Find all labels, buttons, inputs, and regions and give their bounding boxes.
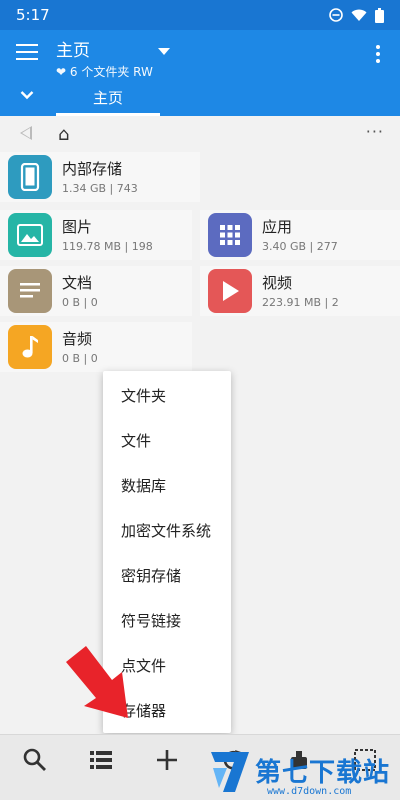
menu-item-encrypted-fs[interactable]: 加密文件系统 xyxy=(103,508,231,553)
music-note-icon xyxy=(8,325,52,369)
do-not-disturb-icon xyxy=(329,8,343,22)
tile-meta: 0 B | 0 xyxy=(62,296,98,309)
page-title: 主页 xyxy=(56,41,90,61)
title-block[interactable]: 主页 ❤ 6 个文件夹 RW xyxy=(56,36,153,80)
wifi-icon xyxy=(351,9,367,21)
tile-apps[interactable]: 应用 3.40 GB | 277 xyxy=(200,210,400,260)
red-arrow-annotation xyxy=(66,646,128,718)
status-time: 5:17 xyxy=(16,6,50,24)
watermark-text: 第七下载站 xyxy=(255,758,391,788)
tile-name: 音频 xyxy=(62,330,93,348)
image-icon xyxy=(8,213,52,257)
tile-meta: 223.91 MB | 2 xyxy=(262,296,339,309)
menu-item-symlink[interactable]: 符号链接 xyxy=(103,598,231,643)
back-arrow-icon[interactable] xyxy=(20,126,32,140)
app-bar: 主页 ❤ 6 个文件夹 RW xyxy=(0,30,400,80)
tile-name: 应用 xyxy=(262,218,293,236)
more-vert-icon[interactable] xyxy=(376,45,380,66)
watermark-url: www.d7down.com xyxy=(267,786,352,797)
tile-internal-storage[interactable]: 内部存储 1.34 GB | 743 xyxy=(0,152,200,202)
menu-item-keystore[interactable]: 密钥存储 xyxy=(103,553,231,598)
apps-grid-icon xyxy=(208,213,252,257)
search-icon[interactable] xyxy=(22,747,48,773)
menu-item-folder[interactable]: 文件夹 xyxy=(103,373,231,418)
site-logo-icon xyxy=(211,752,249,792)
menu-icon[interactable] xyxy=(16,44,38,62)
menu-item-database[interactable]: 数据库 xyxy=(103,463,231,508)
tile-meta: 0 B | 0 xyxy=(62,352,98,365)
path-bar: ⌂ ··· xyxy=(0,116,400,152)
battery-icon xyxy=(375,7,384,23)
expand-more-icon[interactable] xyxy=(20,88,34,102)
list-view-icon[interactable] xyxy=(88,747,114,773)
tile-meta: 119.78 MB | 198 xyxy=(62,240,153,253)
tile-pictures[interactable]: 图片 119.78 MB | 198 xyxy=(0,210,192,260)
tile-name: 内部存储 xyxy=(62,160,123,178)
watermark: 第七下载站 www.d7down.com xyxy=(205,742,400,800)
add-icon[interactable] xyxy=(154,747,180,773)
phone-icon xyxy=(8,155,52,199)
status-bar: 5:17 xyxy=(0,0,400,30)
tile-meta: 3.40 GB | 277 xyxy=(262,240,338,253)
home-icon[interactable]: ⌂ xyxy=(58,124,69,145)
chevron-down-icon[interactable] xyxy=(158,48,170,55)
tile-name: 视频 xyxy=(262,274,293,292)
menu-item-file[interactable]: 文件 xyxy=(103,418,231,463)
play-icon xyxy=(208,269,252,313)
tab-bar: 主页 xyxy=(0,78,400,116)
tile-audio[interactable]: 音频 0 B | 0 xyxy=(0,322,192,372)
more-horiz-icon[interactable]: ··· xyxy=(366,122,384,141)
tile-name: 文档 xyxy=(62,274,93,292)
tile-name: 图片 xyxy=(62,218,93,236)
tab-home[interactable]: 主页 xyxy=(56,78,160,116)
tile-meta: 1.34 GB | 743 xyxy=(62,182,138,195)
tile-documents[interactable]: 文档 0 B | 0 xyxy=(0,266,192,316)
tile-videos[interactable]: 视频 223.91 MB | 2 xyxy=(200,266,400,316)
document-icon xyxy=(8,269,52,313)
